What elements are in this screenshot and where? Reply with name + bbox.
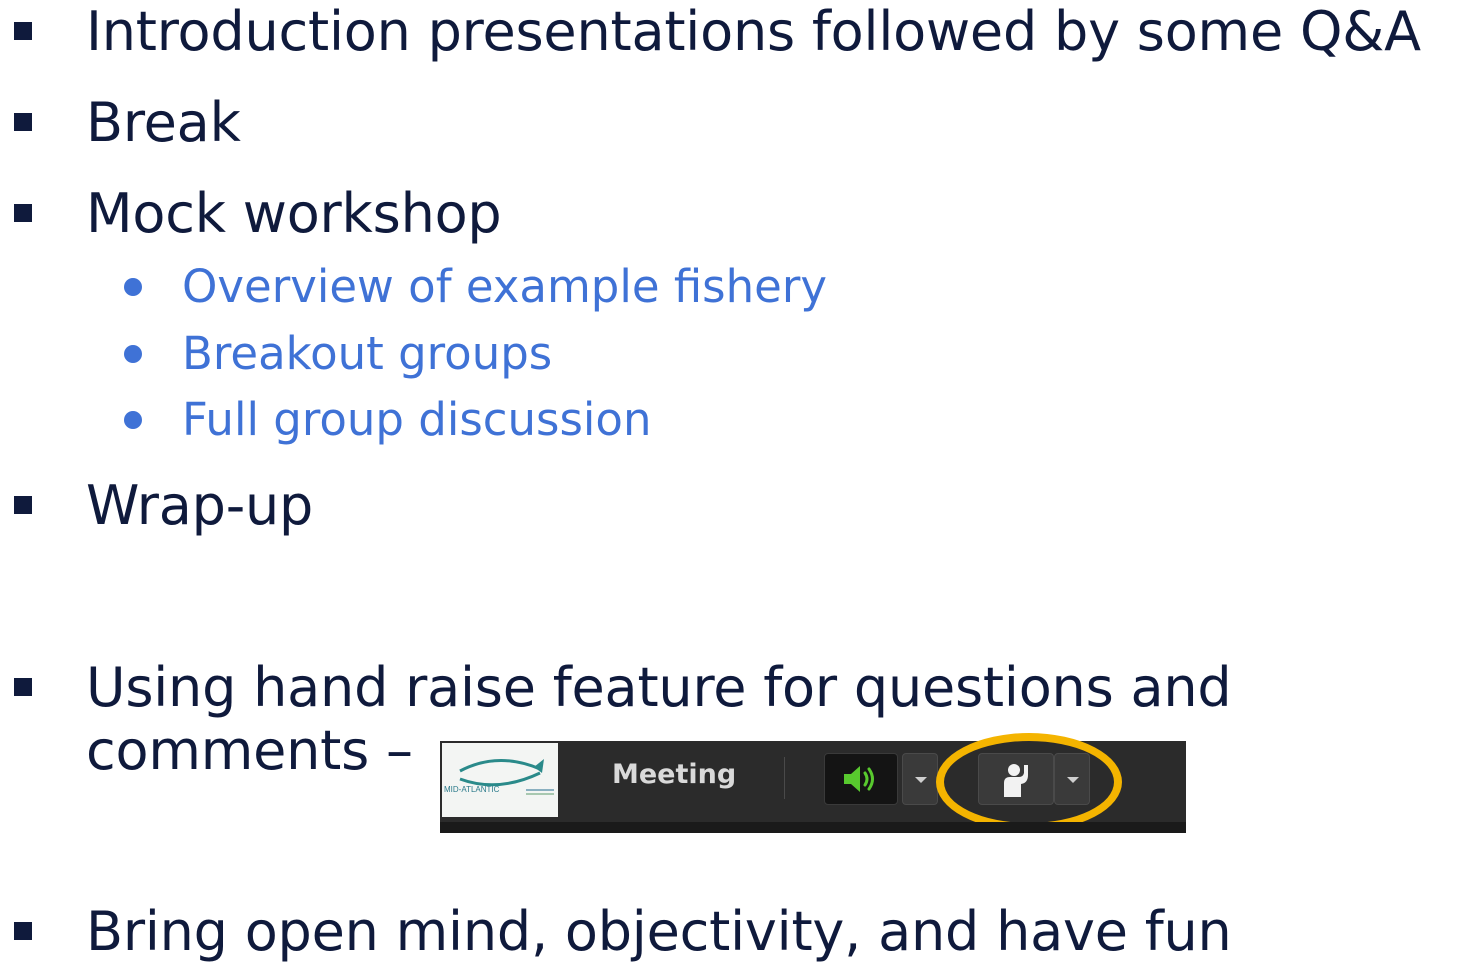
square-bullet-icon: [14, 922, 32, 940]
round-bullet-icon: [124, 278, 142, 296]
square-bullet-icon: [14, 496, 32, 514]
logo-text: MID-ATLANTIC: [444, 785, 500, 794]
round-bullet-icon: [124, 411, 142, 429]
agenda-item-text: Introduction presentations followed by s…: [86, 0, 1421, 63]
agenda-subitem-text: Overview of example fishery: [182, 260, 827, 313]
agenda-item-text: Break: [86, 91, 241, 154]
agenda-item-text: comments –: [86, 719, 413, 782]
meeting-toolbar-image: MID-ATLANTIC Meeting: [440, 733, 1186, 833]
chevron-down-icon: [915, 777, 927, 783]
speaker-dropdown-button[interactable]: [902, 753, 938, 805]
speaker-button[interactable]: [824, 753, 898, 805]
highlight-circle: [936, 733, 1122, 831]
agenda-item-text: Wrap-up: [86, 474, 314, 537]
slide: Introduction presentations followed by s…: [0, 0, 1466, 966]
meeting-menu[interactable]: Meeting: [612, 759, 736, 790]
agenda-item-text: Mock workshop: [86, 182, 502, 245]
speaker-volume-icon: [844, 766, 874, 792]
toolbar-divider: [784, 757, 785, 799]
agenda-subitem-text: Breakout groups: [182, 327, 553, 380]
round-bullet-icon: [124, 345, 142, 363]
square-bullet-icon: [14, 204, 32, 222]
square-bullet-icon: [14, 678, 32, 696]
mid-atlantic-logo: MID-ATLANTIC: [442, 743, 558, 817]
agenda-item-text: Using hand raise feature for questions a…: [86, 656, 1232, 719]
toolbar-bottom-bar: [440, 822, 1186, 833]
square-bullet-icon: [14, 22, 32, 40]
fish-logo-icon: [459, 759, 554, 795]
agenda-item-text: Bring open mind, objectivity, and have f…: [86, 900, 1232, 963]
agenda-subitem-text: Full group discussion: [182, 393, 652, 446]
square-bullet-icon: [14, 113, 32, 131]
